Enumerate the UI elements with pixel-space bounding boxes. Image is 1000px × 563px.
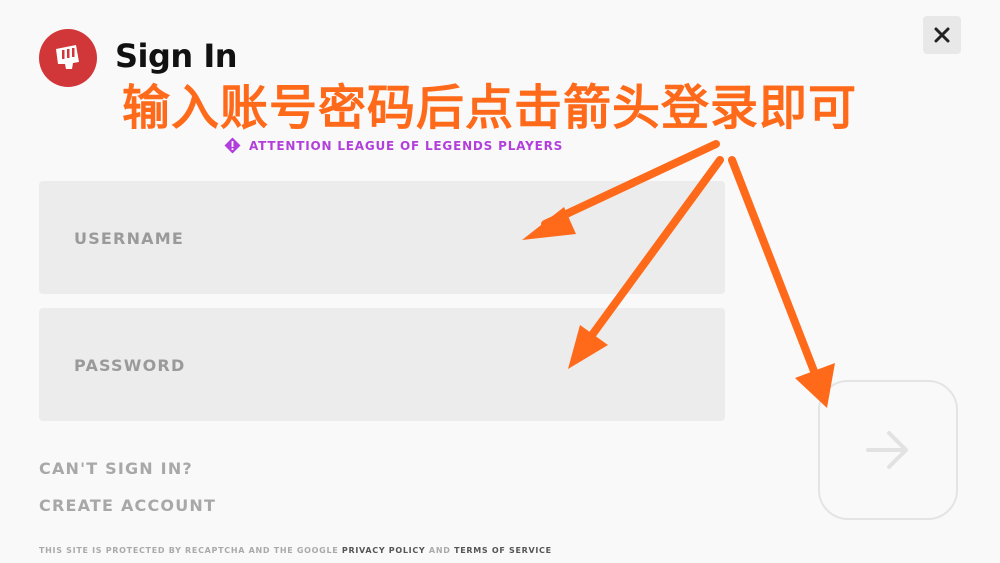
privacy-policy-link[interactable]: PRIVACY POLICY (342, 546, 426, 555)
close-icon (934, 27, 950, 43)
notice-text: ATTENTION LEAGUE OF LEGENDS PLAYERS (249, 138, 564, 153)
recaptcha-footer: THIS SITE IS PROTECTED BY RECAPTCHA AND … (39, 546, 552, 555)
riot-logo-icon (39, 29, 97, 87)
arrow-right-icon (866, 431, 908, 469)
password-placeholder: PASSWORD (74, 356, 186, 375)
password-field[interactable]: PASSWORD (39, 308, 725, 421)
footer-prefix: THIS SITE IS PROTECTED BY RECAPTCHA AND … (39, 546, 339, 555)
sign-in-submit-button[interactable] (818, 380, 958, 520)
sign-in-page: Sign In ATTENTION LEAGUE OF LEGENDS PLAY… (0, 0, 1000, 563)
username-placeholder: USERNAME (74, 229, 184, 248)
page-title: Sign In (115, 37, 238, 75)
league-notice[interactable]: ATTENTION LEAGUE OF LEGENDS PLAYERS (224, 137, 563, 154)
instruction-overlay-text: 输入账号密码后点击箭头登录即可 (122, 80, 858, 136)
arrow-to-submit (728, 156, 835, 408)
cant-sign-in-link[interactable]: CAN'T SIGN IN? (39, 459, 193, 478)
terms-of-service-link[interactable]: TERMS OF SERVICE (454, 546, 552, 555)
close-button[interactable] (923, 16, 961, 54)
username-field[interactable]: USERNAME (39, 181, 725, 294)
alert-diamond-icon (224, 137, 241, 154)
create-account-link[interactable]: CREATE ACCOUNT (39, 496, 216, 515)
footer-and: AND (428, 546, 451, 555)
